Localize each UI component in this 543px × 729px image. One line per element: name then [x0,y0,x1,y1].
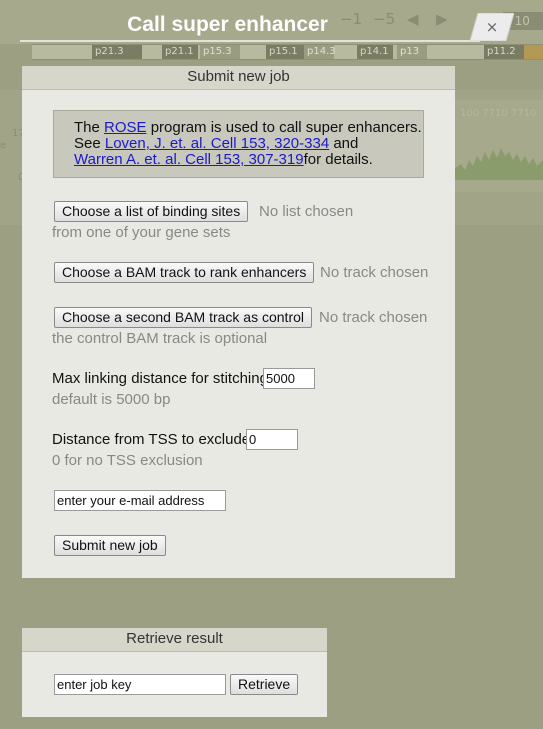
ideogram-band: p21.3 [92,45,142,59]
stitching-distance-hint: default is 5000 bp [52,391,171,408]
email-field[interactable] [54,490,226,511]
ideogram-band: p11.2 [484,45,524,59]
ideogram-band: p15.3 [200,45,240,59]
info-line-3: Warren A. et. al. Cell 153, 307-319for d… [74,152,423,168]
rose-link[interactable]: ROSE [104,119,147,136]
choose-control-bam-button[interactable]: Choose a second BAM track as control [54,307,313,328]
info-text: for details. [303,151,373,168]
info-text: The [74,119,105,136]
track-edge-label: e [0,140,7,151]
job-key-input[interactable] [54,674,226,695]
choose-bam-track-button[interactable]: Choose a BAM track to rank enhancers [54,262,315,283]
retrieve-panel-header: Retrieve result [22,628,327,652]
control-bam-status: No track chosen [319,309,428,326]
close-button[interactable]: × [470,13,514,41]
background-divider [20,40,480,42]
ideogram-band: p21.1 [162,45,198,59]
warren-link[interactable]: Warren A. et. al. Cell 153, 307-319 [74,151,304,168]
binding-sites-status: No list chosen [259,203,354,220]
loven-link[interactable]: Loven, J. et. al. Cell 153, 320-334 [105,135,329,152]
dialog-title: Call super enhancer [127,13,328,36]
signal-wave [455,148,543,180]
track-ruler: 100 7710 7710 [460,108,537,119]
tss-distance-label: Distance from TSS to exclude [52,431,251,448]
info-text: program is used to call super enhancers. [146,119,422,136]
ideogram-band: p13 [397,45,427,59]
close-icon[interactable]: × [470,13,514,41]
info-text: and [329,135,359,152]
info-box: The ROSE program is used to call super e… [53,110,424,178]
submit-job-panel: Submit new job The ROSE program is used … [22,66,455,578]
bam-track-status: No track chosen [320,264,429,281]
choose-binding-sites-button[interactable]: Choose a list of binding sites [54,201,249,222]
submit-job-button[interactable]: Submit new job [54,535,166,556]
binding-sites-hint: from one of your gene sets [52,224,231,241]
ideogram-band: p15.1 [266,45,304,59]
ideogram-highlight [524,45,543,59]
retrieve-result-panel: Retrieve result Retrieve [22,628,327,717]
info-line-1: The ROSE program is used to call super e… [74,120,423,136]
retrieve-button[interactable]: Retrieve [230,674,299,695]
control-bam-hint: the control BAM track is optional [52,330,268,347]
stitching-distance-label: Max linking distance for stitching [52,370,268,387]
info-line-2: See Loven, J. et. al. Cell 153, 320-334 … [74,136,423,152]
stitching-distance-input[interactable] [263,368,315,389]
tss-distance-input[interactable] [246,429,298,450]
info-text: See [74,135,105,152]
tss-distance-hint: 0 for no TSS exclusion [52,452,203,469]
chromosome-ideogram: p21.3 p21.1 p15.3 p15.1 p14.3 p14.1 p13 … [32,44,543,60]
ideogram-band: p14.1 [357,45,393,59]
submit-panel-header: Submit new job [22,66,455,90]
ideogram-band: p14.3 [304,45,336,59]
